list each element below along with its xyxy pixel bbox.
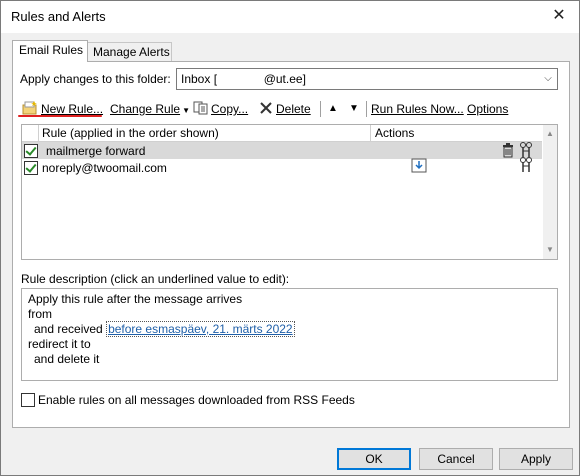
toolbar-divider xyxy=(366,101,367,117)
ok-button[interactable]: OK xyxy=(337,448,411,470)
chevron-down-icon[interactable]: ⌵ xyxy=(539,69,557,89)
rule-conditions-icon xyxy=(519,142,533,158)
apply-button[interactable]: Apply xyxy=(499,448,573,470)
rule-enabled-checkbox[interactable] xyxy=(24,161,38,175)
scroll-up-icon[interactable]: ▲ xyxy=(543,127,557,141)
delete-label: Delete xyxy=(276,102,311,116)
rule-description-label: Rule description (click an underlined va… xyxy=(21,272,290,286)
rules-and-alerts-dialog: Rules and Alerts ✕ Email Rules Manage Al… xyxy=(0,0,580,476)
move-up-icon[interactable]: ▲ xyxy=(328,100,338,118)
rule-name: noreply@twoomail.com xyxy=(42,161,167,175)
description-line: and delete it xyxy=(34,352,100,366)
rules-list-scrollbar[interactable]: ▲ ▼ xyxy=(543,125,557,259)
rule-description-box: Apply this rule after the message arrive… xyxy=(21,288,558,381)
rule-name: mailmerge forward xyxy=(46,144,146,158)
folder-select[interactable]: Inbox [ @ut.ee] ⌵ xyxy=(176,68,558,90)
new-rule-label: New Rule... xyxy=(41,102,104,116)
column-divider xyxy=(38,125,39,141)
rules-list[interactable]: Rule (applied in the order shown) Action… xyxy=(21,124,558,260)
options-button[interactable]: Options xyxy=(467,100,508,118)
move-to-folder-icon xyxy=(411,156,427,173)
column-header-actions[interactable]: Actions xyxy=(375,126,414,141)
cancel-button[interactable]: Cancel xyxy=(419,448,493,470)
column-header-rule[interactable]: Rule (applied in the order shown) xyxy=(42,126,219,141)
dialog-title: Rules and Alerts xyxy=(11,9,106,24)
rule-enabled-checkbox[interactable] xyxy=(24,144,38,158)
folder-label: Apply changes to this folder: xyxy=(20,72,171,86)
rules-list-header: Rule (applied in the order shown) Action… xyxy=(22,125,542,142)
email-rules-panel: Apply changes to this folder: Inbox [ @u… xyxy=(12,61,570,428)
description-text: and received xyxy=(34,322,103,336)
run-rules-now-button[interactable]: Run Rules Now... xyxy=(371,100,464,118)
column-divider xyxy=(370,125,371,141)
run-rules-label: Run Rules Now... xyxy=(371,102,464,116)
description-line: redirect it to xyxy=(28,337,91,351)
rss-rules-checkbox[interactable] xyxy=(21,393,35,407)
title-bar: Rules and Alerts ✕ xyxy=(1,1,579,33)
rss-rules-label: Enable rules on all messages downloaded … xyxy=(38,393,355,407)
description-line: from xyxy=(28,307,52,321)
copy-icon xyxy=(193,101,209,115)
table-row[interactable]: noreply@twoomail.com xyxy=(22,156,542,176)
folder-value: Inbox [ @ut.ee] xyxy=(181,72,306,86)
tab-manage-alerts[interactable]: Manage Alerts xyxy=(86,42,172,61)
copy-button[interactable]: Copy... xyxy=(211,100,248,118)
trash-icon xyxy=(502,143,514,158)
move-down-icon[interactable]: ▼ xyxy=(349,100,359,118)
highlight-underline xyxy=(18,115,102,117)
table-row[interactable]: mailmerge forward xyxy=(22,142,542,159)
copy-label: Copy... xyxy=(211,102,249,116)
change-rule-button[interactable]: Change Rule ▼ xyxy=(110,100,190,118)
scroll-down-icon[interactable]: ▼ xyxy=(543,243,557,257)
toolbar-divider xyxy=(320,101,321,117)
date-condition-link[interactable]: before esmaspäev, 21. märts 2022 xyxy=(106,321,295,337)
delete-button[interactable]: Delete xyxy=(276,100,311,118)
delete-icon xyxy=(259,101,273,115)
description-line: Apply this rule after the message arrive… xyxy=(28,292,243,306)
options-label: Options xyxy=(467,102,509,116)
close-icon[interactable]: ✕ xyxy=(547,5,571,27)
caret-down-icon: ▼ xyxy=(182,106,190,115)
change-rule-label: Change Rule xyxy=(110,102,181,116)
description-line: and received before esmaspäev, 21. märts… xyxy=(34,321,295,337)
tab-email-rules[interactable]: Email Rules xyxy=(12,40,88,62)
new-rule-icon xyxy=(22,101,38,115)
rule-conditions-icon xyxy=(519,157,533,173)
